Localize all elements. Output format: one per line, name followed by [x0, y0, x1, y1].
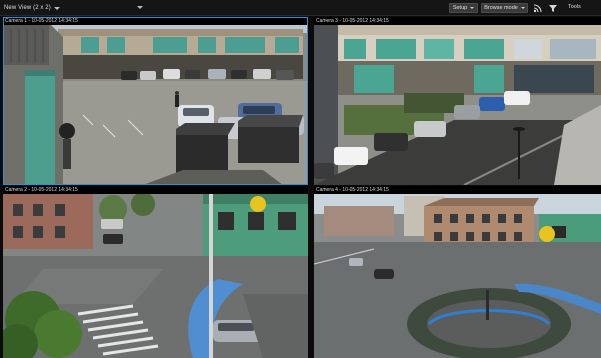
camera-feed-2	[3, 194, 308, 358]
camera-tile-3[interactable]: Camera 3 - 10-05-2012 14:34:15	[314, 17, 601, 185]
camera-feed-1	[3, 25, 308, 185]
camera-title-bar: Camera 2 - 10-05-2012 14:34:15	[3, 186, 308, 194]
view-list-dropdown-icon[interactable]	[137, 6, 143, 9]
setup-button[interactable]: Setup	[449, 3, 478, 13]
camera-feed-4	[314, 194, 601, 358]
mode-label: Browse mode	[484, 5, 518, 11]
view-selector[interactable]: New View (2 x 2)	[4, 3, 60, 13]
view-name: New View (2 x 2)	[4, 5, 51, 11]
tools-menu[interactable]: Tools	[568, 4, 581, 10]
chevron-down-icon	[470, 7, 475, 9]
camera-title-bar: Camera 4 - 10-05-2012 14:34:15	[314, 186, 601, 194]
camera-tile-2[interactable]: Camera 2 - 10-05-2012 14:34:15	[3, 186, 308, 358]
camera-title: Camera 3 - 10-05-2012 14:34:15	[316, 18, 389, 24]
camera-title: Camera 4 - 10-05-2012 14:34:15	[316, 187, 389, 193]
camera-title-bar: Camera 1 - 10-05-2012 14:34:15	[3, 17, 308, 25]
camera-title: Camera 2 - 10-05-2012 14:34:15	[5, 187, 78, 193]
camera-tile-4[interactable]: Camera 4 - 10-05-2012 14:34:15	[314, 186, 601, 358]
mode-button[interactable]: Browse mode	[481, 3, 528, 13]
filter-icon[interactable]	[548, 3, 558, 13]
camera-feed-3	[314, 25, 601, 185]
camera-title-bar: Camera 3 - 10-05-2012 14:34:15	[314, 17, 601, 25]
camera-tile-1[interactable]: Camera 1 - 10-05-2012 14:34:15	[3, 17, 308, 185]
chevron-down-icon	[520, 7, 525, 9]
top-toolbar: New View (2 x 2) Setup Browse mode Tools	[0, 0, 601, 16]
camera-title: Camera 1 - 10-05-2012 14:34:15	[5, 18, 78, 24]
setup-label: Setup	[452, 5, 468, 11]
chevron-down-icon	[53, 6, 60, 10]
rss-feed-icon[interactable]	[533, 3, 543, 13]
